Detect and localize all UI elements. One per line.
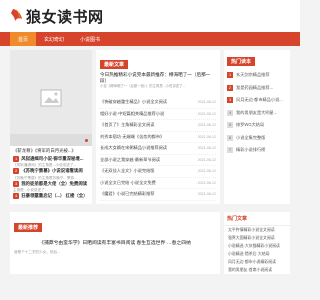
list-item-title: 《快破穿越重生精品》小说全文阅读 bbox=[100, 99, 168, 104]
list-item[interactable]: 长成大女婿在宋朝精品小说推荐阅读 2021-08-12 bbox=[100, 143, 216, 155]
right-column: 热门读本 1 玄天剑宗精品推荐 2 我是药园精品推荐... 3 风月无边·都市精品小说… bbox=[224, 50, 290, 204]
recommend-section-title: 最新推荐 bbox=[14, 222, 43, 232]
rank-number: 1 bbox=[227, 72, 233, 79]
nav-novels[interactable]: 小说图书 bbox=[72, 32, 108, 46]
list-item[interactable]: 1 风狱通缉司小说-御华重深秘境... bbox=[13, 155, 89, 162]
list-item[interactable]: 4 我的男朋友是大明星... bbox=[224, 107, 290, 120]
list-item-title: 玄天剑宗精品推荐 bbox=[236, 72, 270, 77]
rank-badge: 3 bbox=[13, 180, 20, 187]
list-item[interactable]: 3 风月无边·都市精品小说... bbox=[224, 94, 290, 107]
list-item-title: 小说全集完整版 bbox=[236, 134, 266, 140]
left-column: 暂无图片 《斩龙尊》《将军的白月光被...》 1 风狱通缉司小说-御华重深秘境..… bbox=[10, 50, 92, 204]
main-nav: 首页 玄幻奇幻 小说图书 bbox=[0, 32, 300, 46]
list-item-title: 精彩小说排行榜 bbox=[236, 147, 266, 152]
list-item-date: 2021-08-12 bbox=[197, 180, 216, 185]
list-item[interactable]: 《斩龙尊》《将军的白月光被...》 bbox=[13, 148, 89, 154]
list-item[interactable]: 刘秀本宿坊·无端端《苦恋的都市》 2021-08-12 bbox=[100, 132, 216, 143]
recommend-article-title[interactable]: 《捕莽兮由蛮华学》日晒阅读有丰富书目阅读 春生互选世界·…春之四纳 bbox=[14, 239, 216, 246]
hero-caption: 暂无图片 bbox=[10, 134, 92, 146]
list-item-date: 2021-08-12 bbox=[197, 169, 216, 173]
recommend-panel: 最新推荐 《捕莽兮由蛮华学》日晒阅读有丰富书目阅读 春生互选世界·…春之四纳 我… bbox=[10, 211, 220, 274]
slide-dot[interactable] bbox=[85, 138, 88, 142]
list-item-title: 修罗WG大结局 bbox=[236, 122, 265, 127]
list-item-title: 长成大女婿在宋朝精品小说推荐阅读 bbox=[100, 145, 168, 150]
list-item-title: 全部小说之我穿越·最新章节阅读 bbox=[100, 156, 161, 162]
list-item[interactable]: 我的男朋友·首席小说阅读 bbox=[224, 266, 290, 274]
rank-number: 2 bbox=[227, 84, 233, 91]
list-item[interactable]: 全部小说之我穿越·最新章节阅读 2021-08-12 bbox=[100, 155, 216, 166]
logo[interactable]: 狼女读书网 bbox=[10, 6, 104, 27]
list-item-title: 《无双佳人全文》小说完结版 bbox=[100, 168, 155, 173]
hero-caption-text: 暂无图片 bbox=[60, 137, 81, 144]
rank-badge: 1 bbox=[13, 155, 20, 162]
list-item-date: 2021-08-12 bbox=[197, 146, 216, 150]
featured-article-desc: 小说《樽海晒了一（后那一段）》的主角是...小说讲述了... bbox=[100, 84, 186, 88]
list-item[interactable]: 2 《苏晚宁萧慕》小说说诸看读阅 bbox=[13, 168, 89, 174]
left-article-list: 《斩龙尊》《将军的白月光被...》 1 风狱通缉司小说-御华重深秘境... 《风狱… bbox=[10, 146, 92, 203]
list-item-title: 小说全文已完结·小说全文免费 bbox=[100, 179, 156, 185]
list-item[interactable]: 7 精彩小说排行榜 bbox=[224, 144, 290, 157]
list-item[interactable]: 相好小说·中短篇相关精品推荐小说 2021-08-12 bbox=[100, 109, 216, 120]
site-title: 狼女读书网 bbox=[26, 7, 104, 26]
list-item-date: 2021-08-12 bbox=[197, 192, 216, 196]
list-item-title: 《首页了》主角精彩全文阅读 bbox=[100, 122, 155, 127]
list-item-title: 《苏晚宁萧慕》小说说诸看读阅 bbox=[21, 168, 83, 173]
list-item[interactable]: 1 玄天剑宗精品推荐 bbox=[224, 69, 290, 82]
latest-section-title: 最新文章 bbox=[100, 60, 129, 69]
list-item-title: 刘秀本宿坊·无端端《苦恋的都市》 bbox=[100, 133, 165, 139]
list-item[interactable]: 5 修罗WG大结局 bbox=[224, 119, 290, 132]
list-item[interactable]: 2 我是药园精品推荐... bbox=[224, 82, 290, 95]
list-item[interactable]: 3 我的徒弟都是大佬（全）免费阅读 bbox=[13, 180, 89, 187]
list-item-title: 风月无边·都市精品小说... bbox=[236, 97, 283, 102]
list-item-title: 《魔君》小说已完结精彩推荐 bbox=[100, 191, 155, 196]
list-item[interactable]: 4 狂暴领露重启记（...） 红楼（全） bbox=[13, 193, 89, 199]
hero-image-placeholder[interactable]: 暂无图片 bbox=[10, 50, 92, 146]
rank-number: 4 bbox=[227, 109, 233, 116]
list-item[interactable]: 《首页了》主角精彩全文阅读 2021-08-12 bbox=[100, 120, 216, 132]
hot-articles-panel: 热门文章 太平杵情精彩小说全文阅读 强界大国精彩小说全文阅读 小说精选·大灰猫精… bbox=[224, 211, 290, 274]
list-item-date: 2021-08-12 bbox=[197, 157, 216, 162]
list-item[interactable]: 6 小说全集完整版 bbox=[224, 132, 290, 145]
middle-column: 最新文章 今日热推精彩小说完本最新推荐：樽海晒了一（后那一段） 小说《樽海晒了一… bbox=[96, 50, 220, 204]
list-item-date: 2021-08-12 bbox=[197, 111, 216, 116]
rank-badge: 2 bbox=[13, 168, 20, 174]
list-item-title: 风狱通缉司小说-御华重深秘境... bbox=[21, 155, 84, 161]
hot-articles-title: 热门文章 bbox=[224, 212, 290, 226]
rank-number: 6 bbox=[227, 134, 233, 141]
list-item[interactable]: 《魔君》小说已完结精彩推荐 2021-08-12 bbox=[100, 189, 216, 201]
wolf-logo-icon bbox=[10, 7, 24, 25]
rank-number: 7 bbox=[227, 147, 233, 154]
featured-article-title[interactable]: 今日热推精彩小说完本最新推荐：樽海晒了一（后那一段） bbox=[100, 72, 216, 84]
list-item[interactable]: 强界大国精彩小说全文阅读 bbox=[224, 234, 290, 242]
rank-badge: 4 bbox=[13, 193, 20, 199]
header: 狼女读书网 bbox=[0, 0, 300, 32]
list-item[interactable]: 《快破穿越重生精品》小说全文阅读 2021-08-12 bbox=[100, 97, 216, 109]
rank-number: 3 bbox=[227, 97, 233, 104]
list-item-title: 我的男朋友是大明星... bbox=[236, 109, 278, 115]
image-icon bbox=[40, 89, 62, 107]
nav-fantasy[interactable]: 玄幻奇幻 bbox=[36, 32, 72, 46]
list-item-date: 2021-08-12 bbox=[197, 100, 216, 104]
list-item-title: 《斩龙尊》《将军的白月光被...》 bbox=[13, 148, 76, 153]
list-item-title: 相好小说·中短篇相关精品推荐小说 bbox=[100, 110, 165, 116]
list-item-title: 我是药园精品推荐... bbox=[236, 84, 273, 90]
hot-section-title: 热门读本 bbox=[227, 57, 256, 66]
list-item-title: 我的徒弟都是大佬（全）免费阅读 bbox=[21, 180, 88, 186]
nav-home[interactable]: 首页 bbox=[10, 32, 37, 46]
list-item-date: 2021-08-12 bbox=[197, 134, 216, 139]
recommend-article-desc: 我是个十二岁的少女，然后... bbox=[14, 249, 61, 254]
list-item[interactable]: 小说全文已完结·小说全文免费 2021-08-12 bbox=[100, 178, 216, 189]
list-item[interactable]: 太平杵情精彩小说全文阅读 bbox=[224, 226, 290, 234]
list-item-date: 2021-08-12 bbox=[197, 123, 216, 127]
list-item[interactable]: 小说精选·大灰猫精彩小说阅读 bbox=[224, 242, 290, 250]
list-item[interactable]: 小说精选·猎杀后·大结局 bbox=[224, 250, 290, 258]
list-item[interactable]: 《无双佳人全文》小说完结版 2021-08-12 bbox=[100, 166, 216, 178]
list-item-title: 狂暴领露重启记（...） 红楼（全） bbox=[21, 193, 88, 198]
rank-number: 5 bbox=[227, 122, 233, 129]
list-item[interactable]: 风月无边·都市小说精彩阅读 bbox=[224, 258, 290, 266]
